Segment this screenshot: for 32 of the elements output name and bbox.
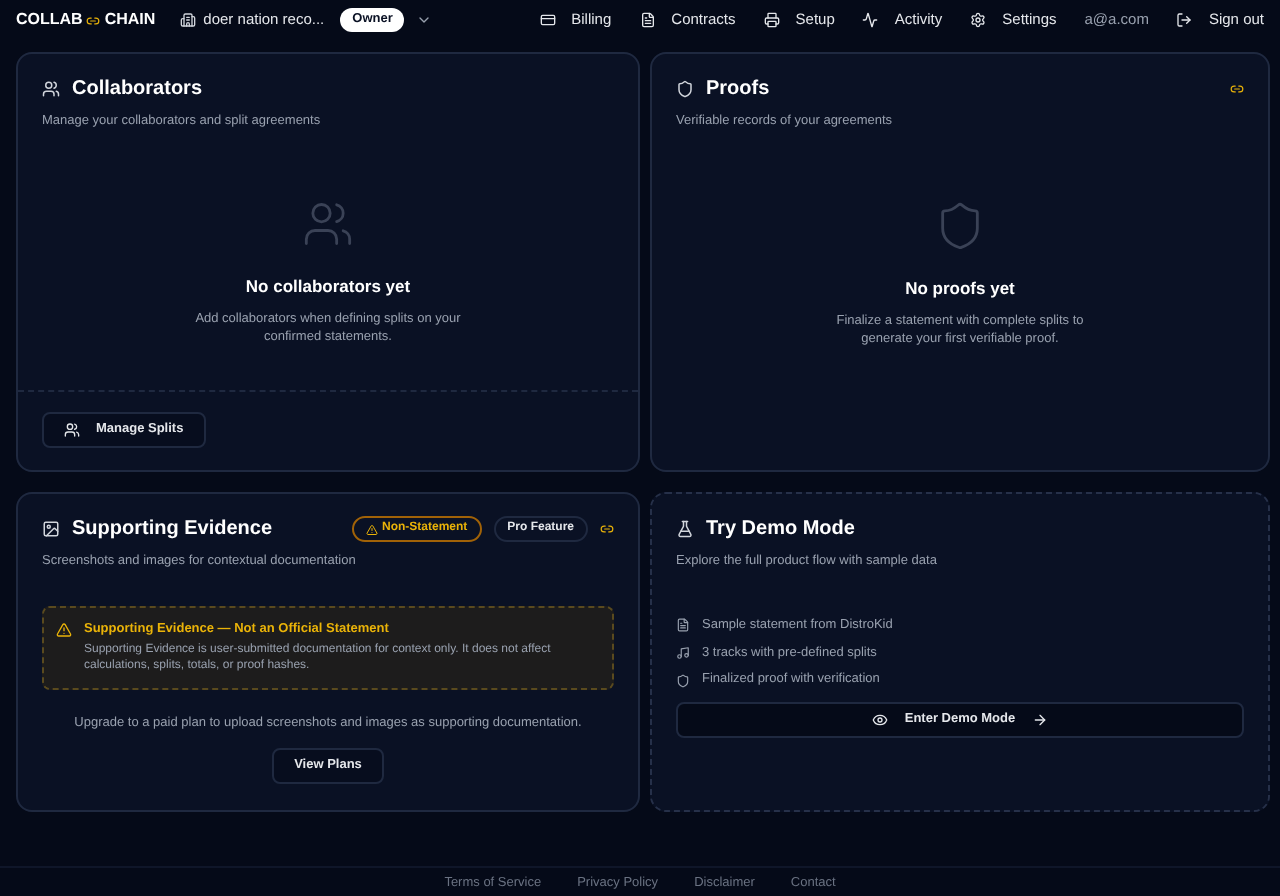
- card-title: Collaborators: [72, 76, 203, 104]
- warning-icon: [56, 621, 72, 638]
- logo-text: COLLAB: [16, 8, 83, 32]
- chevron-icon[interactable]: [416, 12, 433, 28]
- card-title: Supporting Evidence: [72, 516, 273, 544]
- link-icon: [600, 522, 614, 536]
- eye-icon: [872, 712, 889, 728]
- building-icon: [179, 12, 196, 28]
- link-icon: [86, 13, 101, 27]
- shield-icon: [676, 80, 694, 98]
- users-icon: [302, 197, 354, 250]
- printer-icon: [763, 12, 780, 28]
- sign-out-icon: [1176, 12, 1193, 28]
- users-icon: [42, 80, 60, 98]
- music-icon: [676, 645, 690, 660]
- logo-text: CHAIN: [104, 8, 156, 32]
- settings-icon: [970, 12, 987, 28]
- card-title: Proofs: [706, 76, 770, 104]
- arrow-right-icon: [1031, 712, 1048, 728]
- card-icon: [539, 12, 556, 28]
- document-icon: [676, 618, 690, 633]
- flask-icon: [676, 520, 694, 538]
- warning-icon: [365, 523, 378, 535]
- link-icon: [1230, 82, 1244, 96]
- image-icon: [42, 520, 60, 538]
- users-icon: [64, 422, 80, 438]
- empty-title: No collaborators yet: [245, 273, 411, 299]
- document-icon: [639, 12, 656, 28]
- card-title: Try Demo Mode: [706, 516, 855, 544]
- shield-icon: [676, 673, 690, 688]
- empty-title: No proofs yet: [905, 275, 1015, 301]
- pulse-icon: [862, 12, 879, 28]
